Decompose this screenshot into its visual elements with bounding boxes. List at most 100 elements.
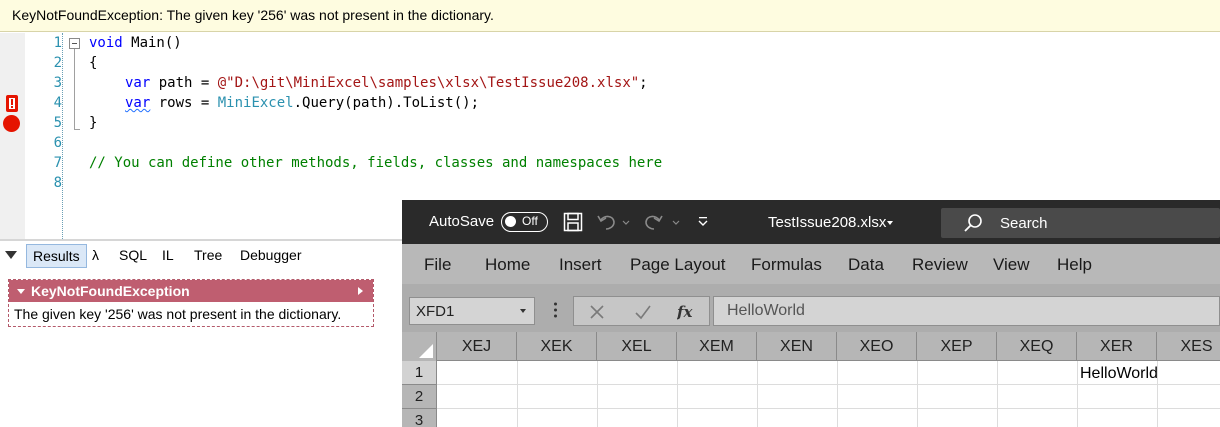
- line-number: 2: [53, 55, 62, 71]
- column-header[interactable]: XEO: [837, 332, 917, 361]
- collapse-icon[interactable]: [69, 38, 80, 49]
- gridline: [597, 361, 598, 427]
- code-text: rows =: [150, 95, 218, 111]
- code-line-4[interactable]: var rows = MiniExcel.Query(path).ToList(…: [125, 93, 479, 113]
- gridline: [757, 361, 758, 427]
- column-header[interactable]: XER: [1077, 332, 1157, 361]
- code-text: ;: [639, 75, 648, 91]
- keyword: var: [125, 75, 151, 91]
- exception-result: KeyNotFoundException The given key '256'…: [8, 279, 374, 327]
- fx-icon[interactable]: fx: [677, 302, 695, 322]
- autosave-state: Off: [522, 214, 538, 228]
- keyword: void: [89, 35, 123, 51]
- code-text: Main(): [122, 35, 182, 51]
- more-options-icon[interactable]: [554, 302, 557, 318]
- formula-buttons: fx: [573, 296, 710, 326]
- document-title[interactable]: TestIssue208.xlsx: [768, 214, 886, 231]
- code-text: }: [89, 115, 98, 131]
- toggle-knob: [505, 216, 516, 227]
- line-number-gutter: 1 2 3 4 5 6 7 8: [25, 33, 62, 239]
- undo-icon[interactable]: [596, 212, 630, 232]
- row-header[interactable]: 1: [402, 361, 437, 385]
- menu-home[interactable]: Home: [485, 255, 530, 275]
- column-header[interactable]: XEP: [917, 332, 997, 361]
- chevron-down-icon[interactable]: [520, 309, 526, 313]
- tab-sql[interactable]: SQL: [113, 244, 153, 268]
- column-header[interactable]: XEQ: [997, 332, 1077, 361]
- exception-title: KeyNotFoundException: [31, 283, 190, 299]
- tab-il[interactable]: IL: [156, 244, 180, 268]
- customize-qat-icon[interactable]: [698, 216, 708, 228]
- column-header[interactable]: XEL: [597, 332, 677, 361]
- exception-marker-icon: [6, 95, 18, 112]
- exception-message: The given key '256' was not present in t…: [9, 303, 373, 326]
- menu-insert[interactable]: Insert: [559, 255, 602, 275]
- menu-data[interactable]: Data: [848, 255, 884, 275]
- tab-debugger[interactable]: Debugger: [234, 244, 308, 268]
- cancel-icon[interactable]: [589, 304, 605, 320]
- save-icon[interactable]: [563, 212, 583, 232]
- gridline: [917, 361, 918, 427]
- row-header[interactable]: 3: [402, 409, 437, 427]
- formula-value: HelloWorld: [727, 302, 805, 319]
- gridline: [1077, 361, 1078, 427]
- name-box-value: XFD1: [416, 303, 455, 320]
- select-all-button[interactable]: [402, 332, 437, 361]
- line-number: 6: [53, 135, 62, 151]
- menu-file[interactable]: File: [424, 255, 451, 275]
- cell-xer1[interactable]: HelloWorld: [1080, 365, 1158, 383]
- tab-tree[interactable]: Tree: [188, 244, 228, 268]
- name-box[interactable]: XFD1: [409, 297, 535, 325]
- string-literal: @"D:\git\MiniExcel\samples\xlsx\TestIssu…: [217, 75, 640, 91]
- chevron-down-icon[interactable]: [887, 221, 893, 225]
- gridline: [517, 361, 518, 427]
- breakpoint-icon[interactable]: [3, 115, 20, 132]
- results-tabbar: Results λ SQL IL Tree Debugger: [0, 242, 404, 270]
- column-header[interactable]: XEK: [517, 332, 597, 361]
- column-header[interactable]: XES: [1157, 332, 1220, 361]
- code-line-7[interactable]: // You can define other methods, fields,…: [89, 153, 662, 173]
- gutter-separator: [62, 33, 63, 239]
- row-header[interactable]: 2: [402, 385, 437, 409]
- exception-header[interactable]: KeyNotFoundException: [9, 280, 373, 302]
- code-line-5[interactable]: }: [89, 113, 97, 133]
- code-text: {: [89, 55, 98, 71]
- column-header[interactable]: XEJ: [437, 332, 517, 361]
- tab-lambda[interactable]: λ: [86, 244, 105, 268]
- panel-splitter[interactable]: [0, 239, 404, 241]
- code-line-1[interactable]: void Main(): [89, 33, 182, 53]
- gridline: [437, 408, 1220, 409]
- expand-arrow-icon[interactable]: [358, 287, 363, 295]
- fold-guide-end: [74, 129, 80, 130]
- exception-banner-text: KeyNotFoundException: The given key '256…: [12, 7, 494, 23]
- menu-formulas[interactable]: Formulas: [751, 255, 822, 275]
- comment-text: // You can define other methods, fields,…: [89, 155, 663, 171]
- redo-icon[interactable]: [644, 212, 684, 232]
- line-number: 3: [53, 75, 62, 91]
- menu-help[interactable]: Help: [1057, 255, 1092, 275]
- svg-text:fx: fx: [677, 303, 693, 321]
- autosave-label: AutoSave: [429, 213, 495, 230]
- menu-page-layout[interactable]: Page Layout: [630, 255, 725, 275]
- search-placeholder: Search: [1000, 215, 1048, 232]
- gridline: [997, 361, 998, 427]
- collapse-results-icon[interactable]: [5, 251, 17, 259]
- formula-input[interactable]: HelloWorld: [713, 296, 1220, 326]
- worksheet-grid[interactable]: XEJ XEK XEL XEM XEN XEO XEP XEQ XER XES …: [402, 332, 1220, 427]
- code-line-2[interactable]: {: [89, 53, 97, 73]
- tab-results[interactable]: Results: [26, 244, 87, 268]
- menu-view[interactable]: View: [993, 255, 1030, 275]
- menu-review[interactable]: Review: [912, 255, 968, 275]
- autosave-toggle[interactable]: Off: [501, 212, 548, 232]
- search-icon: [964, 214, 982, 232]
- gridline: [437, 384, 1220, 385]
- glyph-margin[interactable]: [0, 33, 25, 239]
- excel-titlebar: AutoSave Off TestIssue208.xlsx Search: [402, 200, 1220, 244]
- column-header[interactable]: XEN: [757, 332, 837, 361]
- enter-icon[interactable]: [634, 304, 652, 320]
- exception-banner: KeyNotFoundException: The given key '256…: [0, 0, 1220, 32]
- keyword: var: [125, 95, 151, 111]
- code-line-3[interactable]: var path = @"D:\git\MiniExcel\samples\xl…: [125, 73, 648, 93]
- column-header[interactable]: XEM: [677, 332, 757, 361]
- excel-window: AutoSave Off TestIssue208.xlsx Search Fi…: [402, 200, 1220, 427]
